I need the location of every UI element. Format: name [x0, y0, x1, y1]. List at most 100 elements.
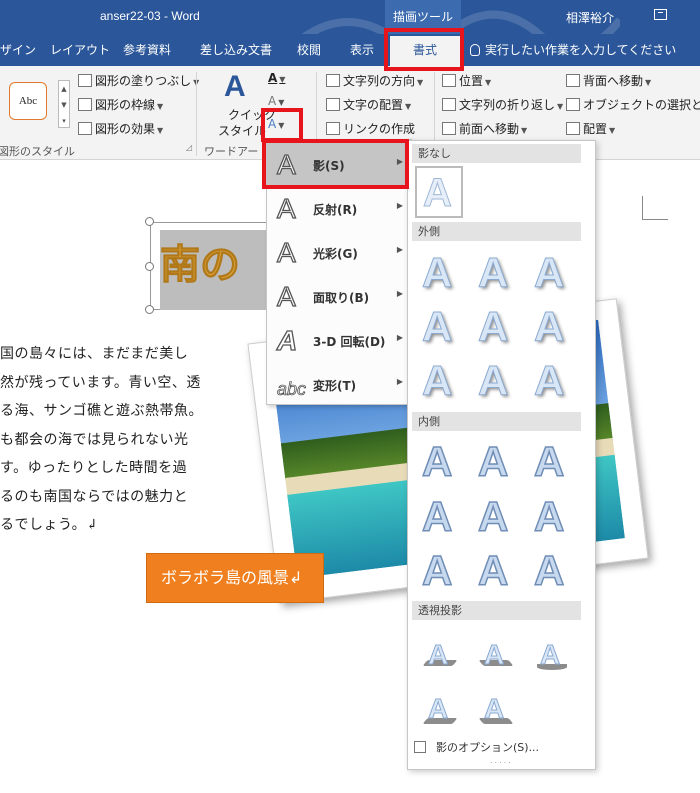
body-line-2: 然が残っています。青い空、透	[0, 375, 201, 391]
perspective-shadow-5[interactable]: A	[471, 684, 521, 734]
tab-review[interactable]: 校閲	[297, 34, 321, 66]
shadow-options-icon	[414, 741, 426, 753]
window-title: anser22-03 - Word	[100, 9, 200, 23]
outer-shadow-3[interactable]: A	[527, 248, 577, 298]
body-line-3: る海、サンゴ礁と遊ぶ熱帯魚。	[0, 403, 203, 419]
outer-shadow-6[interactable]: A	[527, 302, 577, 352]
scroll-down-icon[interactable]: ▼	[59, 97, 69, 113]
shape-effects-button[interactable]: 図形の効果 ▼	[78, 120, 163, 137]
shape-outline-button[interactable]: 図形の枠線 ▼	[78, 96, 163, 113]
link-icon	[326, 122, 340, 135]
perspective-shadow-2[interactable]: A	[471, 630, 521, 680]
section-outer: 外側	[412, 222, 581, 241]
submenu-arrow-icon: ▶	[396, 289, 403, 298]
text-direction-icon	[326, 74, 340, 87]
outer-shadow-4[interactable]: A	[415, 302, 465, 352]
menu-item-transform[interactable]: abc 変形(T) ▶	[267, 363, 411, 407]
wordart-title[interactable]: 南の	[160, 232, 241, 290]
title-bar: anser22-03 - Word 描画ツール 相澤裕介	[0, 0, 700, 54]
wrap-text-button[interactable]: 文字列の折り返し ▼	[442, 96, 563, 113]
inner-shadow-2[interactable]: A	[471, 437, 521, 487]
tab-view[interactable]: 表示	[350, 34, 374, 66]
shape-fill-button[interactable]: 図形の塗りつぶし▼	[78, 72, 199, 89]
more-icon[interactable]: ▾	[59, 113, 69, 129]
body-line-7: るでしょう。↲	[0, 517, 99, 533]
selection-pane-button[interactable]: オブジェクトの選択と表示	[566, 96, 700, 113]
shape-effects-icon	[78, 122, 92, 135]
menu-item-reflection[interactable]: A 反射(R) ▶	[267, 187, 411, 231]
bring-forward-icon	[442, 122, 456, 135]
menu-item-glow[interactable]: A 光彩(G) ▶	[267, 231, 411, 275]
send-backward-button[interactable]: 背面へ移動 ▼	[566, 72, 651, 89]
inner-shadow-3[interactable]: A	[527, 437, 577, 487]
tab-references[interactable]: 参考資料	[123, 34, 171, 66]
quick-styles-glyph[interactable]: A	[224, 70, 246, 104]
inner-shadow-9[interactable]: A	[527, 546, 577, 596]
ribbon-display-options-icon[interactable]	[654, 9, 667, 20]
text-outline-button[interactable]: A ▼	[268, 94, 284, 108]
gallery-resize-grip[interactable]: .....	[490, 756, 513, 765]
outer-shadow-1[interactable]: A	[415, 248, 465, 298]
submenu-arrow-icon: ▶	[396, 201, 403, 210]
tab-layout[interactable]: レイアウト	[50, 34, 110, 66]
body-line-4: も都会の海では見られない光	[0, 432, 189, 448]
tell-me-text: 実行したい作業を入力してください	[485, 43, 677, 57]
outer-shadow-2[interactable]: A	[471, 248, 521, 298]
submenu-arrow-icon: ▶	[396, 377, 403, 386]
inner-shadow-7[interactable]: A	[415, 546, 465, 596]
outer-shadow-7[interactable]: A	[415, 356, 465, 406]
inner-shadow-5[interactable]: A	[471, 492, 521, 542]
outer-shadow-5[interactable]: A	[471, 302, 521, 352]
scroll-up-icon[interactable]: ▲	[59, 81, 69, 97]
menu-item-bevel[interactable]: A 面取り(B) ▶	[267, 275, 411, 319]
section-no-shadow: 影なし	[412, 144, 581, 163]
inner-shadow-1[interactable]: A	[415, 437, 465, 487]
text-direction-button[interactable]: 文字列の方向 ▼	[326, 72, 423, 89]
position-button[interactable]: 位置 ▼	[442, 72, 491, 89]
lightbulb-icon	[470, 44, 480, 56]
outer-shadow-8[interactable]: A	[471, 356, 521, 406]
body-line-1: 国の島々には、まだまだ美し	[0, 346, 189, 362]
shadow-options-item[interactable]: 影のオプション(S)...	[414, 739, 539, 755]
paint-bucket-icon	[78, 74, 92, 87]
create-link-button[interactable]: リンクの作成	[326, 120, 415, 137]
align-objects-icon	[566, 122, 580, 135]
submenu-arrow-icon: ▶	[396, 333, 403, 342]
pen-outline-icon	[78, 98, 92, 111]
inner-shadow-8[interactable]: A	[471, 546, 521, 596]
align-text-button[interactable]: 文字の配置 ▼	[326, 96, 411, 113]
no-shadow-option[interactable]: A	[415, 166, 463, 218]
3d-rotation-effect-icon: A	[276, 324, 298, 356]
resize-handle-top-left[interactable]	[145, 217, 154, 226]
caption-box[interactable]: ボラボラ島の風景↲	[146, 553, 324, 603]
wordart-group-label: ワードアート	[204, 145, 270, 158]
section-perspective: 透視投影	[412, 601, 581, 620]
perspective-shadow-1[interactable]: A	[415, 630, 465, 680]
inner-shadow-6[interactable]: A	[527, 492, 577, 542]
body-line-5: す。ゆったりとした時間を過	[0, 460, 188, 476]
perspective-shadow-4[interactable]: A	[415, 684, 465, 734]
align-objects-button[interactable]: 配置 ▼	[566, 120, 615, 137]
outer-shadow-9[interactable]: A	[527, 356, 577, 406]
selection-pane-icon	[566, 98, 580, 111]
menu-item-3d-rotation[interactable]: A 3-D 回転(D) ▶	[267, 319, 411, 363]
shape-styles-group-label: 図形のスタイル	[0, 145, 75, 158]
highlight-text-effects-button	[261, 108, 303, 142]
dialog-launcher-icon[interactable]: ◿	[186, 143, 192, 152]
align-text-icon	[326, 98, 340, 111]
reflection-effect-icon: A	[276, 192, 296, 224]
resize-handle-bottom-left[interactable]	[145, 305, 154, 314]
bring-forward-button[interactable]: 前面へ移動 ▼	[442, 120, 527, 137]
user-name[interactable]: 相澤裕介	[566, 9, 614, 26]
tell-me-box[interactable]: 実行したい作業を入力してください	[470, 34, 676, 66]
shape-style-sample[interactable]: Abc	[9, 82, 47, 120]
resize-handle-left[interactable]	[145, 262, 154, 271]
position-icon	[442, 74, 456, 87]
tab-design[interactable]: デザイン	[0, 34, 36, 66]
text-fill-button[interactable]: A ▼	[268, 71, 285, 85]
tab-mailings[interactable]: 差し込み文書	[200, 34, 272, 66]
quick-styles-label-2[interactable]: スタイル	[218, 122, 266, 139]
perspective-shadow-3[interactable]: A	[527, 630, 577, 680]
shape-style-gallery-scroll[interactable]: ▲ ▼ ▾	[58, 80, 70, 128]
inner-shadow-4[interactable]: A	[415, 492, 465, 542]
